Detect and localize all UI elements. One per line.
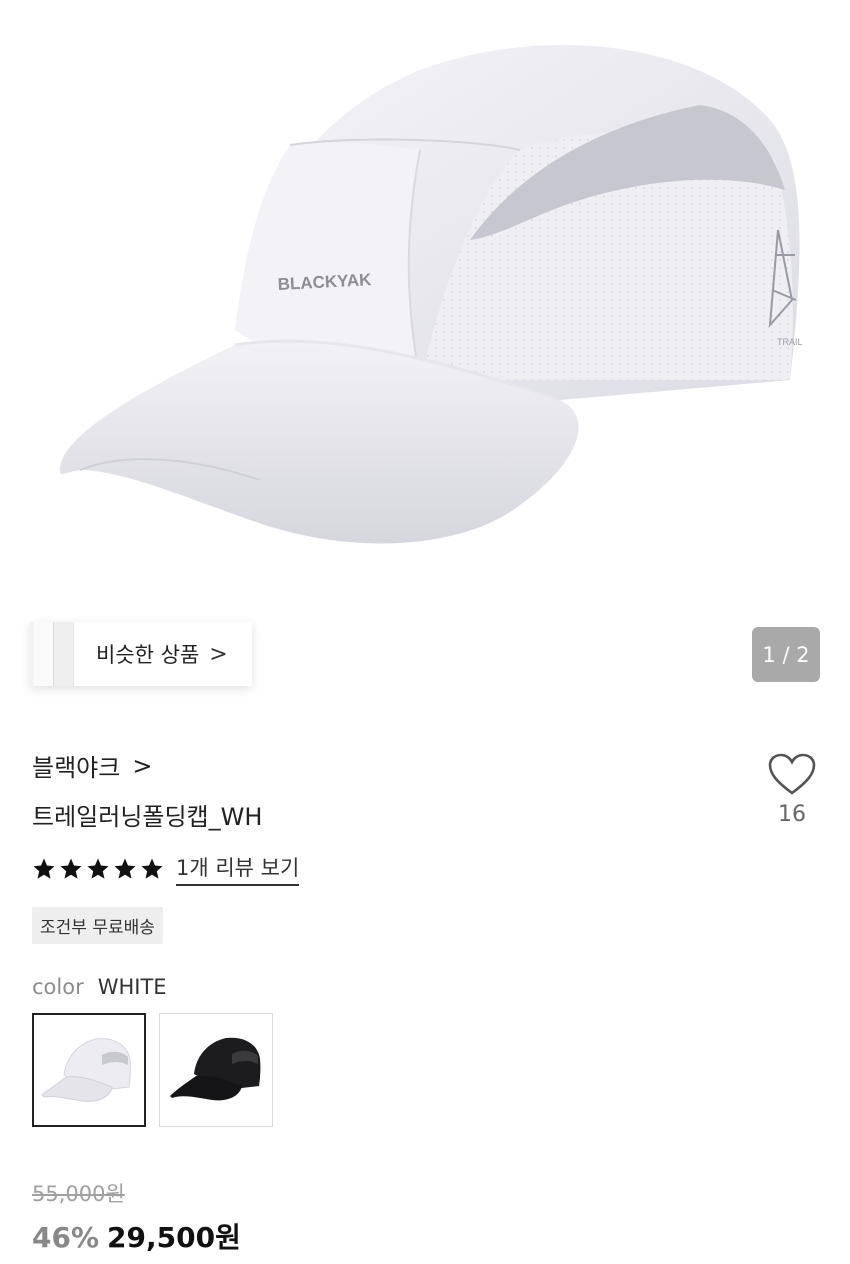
brand-name: 블랙야크	[32, 754, 121, 782]
similar-thumb-2	[54, 622, 73, 686]
star-rating	[32, 857, 164, 881]
similar-thumb-1	[34, 622, 54, 686]
wishlist-count: 16	[778, 802, 806, 827]
chevron-right-icon: >	[209, 641, 228, 667]
final-price: 29,500원	[107, 1221, 241, 1254]
star-icon	[60, 858, 82, 879]
rating-row: 1개 리뷰 보기	[32, 852, 300, 886]
star-icon	[87, 858, 109, 879]
white-cap-swatch	[41, 1038, 131, 1102]
chevron-right-icon: >	[132, 751, 153, 780]
star-icon	[33, 858, 55, 879]
product-image[interactable]: BLACKYAK TRAIL	[0, 0, 850, 610]
heart-icon	[768, 753, 816, 795]
cap-illustration: BLACKYAK TRAIL	[60, 44, 803, 544]
discount-rate: 46%	[32, 1221, 100, 1254]
cap-side-logo: TRAIL	[777, 337, 803, 347]
color-option-black[interactable]	[159, 1013, 273, 1127]
similar-products-button[interactable]: 비슷한 상품 >	[30, 622, 252, 686]
price-row: 46% 29,500원	[32, 1216, 241, 1256]
black-cap-swatch	[170, 1037, 261, 1101]
product-title: 트레일러닝폴딩캡_WH	[32, 803, 263, 831]
review-link[interactable]: 1개 리뷰 보기	[176, 852, 300, 886]
image-pager-indicator: 1 / 2	[752, 627, 820, 682]
color-label: color	[32, 975, 84, 999]
color-selected-value: WHITE	[97, 975, 167, 999]
shipping-badge: 조건부 무료배송	[32, 907, 163, 944]
star-icon	[141, 858, 163, 879]
similar-products-thumbnails	[30, 622, 74, 686]
color-option-white[interactable]	[32, 1013, 146, 1127]
similar-products-label: 비슷한 상품	[96, 643, 200, 667]
brand-link[interactable]: 블랙야크 >	[32, 748, 152, 783]
original-price: 55,000원	[32, 1182, 125, 1206]
color-selector-label: color WHITE	[32, 975, 167, 999]
wishlist-button[interactable]: 16	[762, 752, 822, 827]
star-icon	[114, 858, 136, 879]
